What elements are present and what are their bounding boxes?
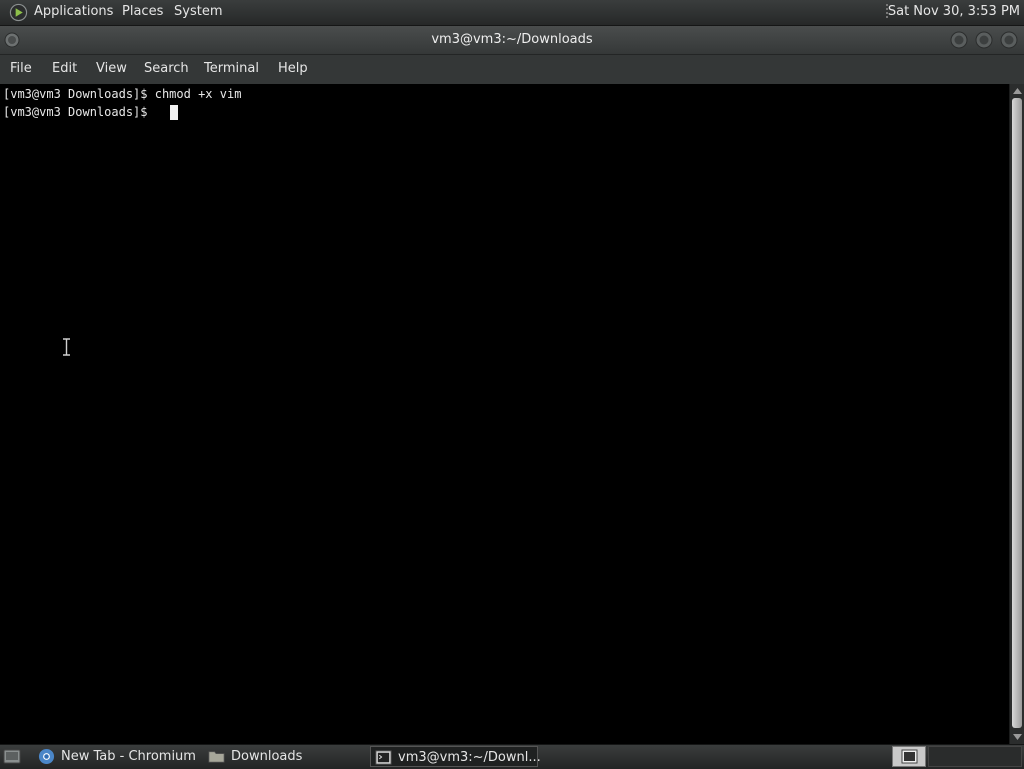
task-downloads[interactable]: Downloads [204,746,364,767]
menu-edit[interactable]: Edit [52,61,77,76]
minimize-icon[interactable] [950,31,968,49]
terminal-icon [375,750,392,765]
menu-search[interactable]: Search [144,61,189,76]
text-cursor [170,105,178,120]
menu-help[interactable]: Help [278,61,308,76]
menu-terminal[interactable]: Terminal [204,61,259,76]
clock[interactable]: Sat Nov 30, 3:53 PM [888,4,1020,19]
window-titlebar[interactable]: vm3@vm3:~/Downloads [0,26,1024,55]
maximize-icon[interactable] [975,31,993,49]
folder-icon [208,751,225,763]
task-terminal[interactable]: vm3@vm3:~/Downl... [370,746,541,767]
applications-logo-icon[interactable] [9,3,28,22]
workspace-1[interactable] [892,746,926,767]
scroll-down-icon[interactable] [1012,732,1023,742]
scrollbar-thumb[interactable] [1012,98,1022,728]
window-title: vm3@vm3:~/Downloads [431,32,593,47]
task-chromium[interactable]: New Tab - Chromium [34,746,200,767]
task-label: vm3@vm3:~/Downl... [398,750,541,765]
task-label: New Tab - Chromium [61,749,196,764]
scroll-up-icon[interactable] [1012,86,1023,96]
top-panel: Applications Places System Sat Nov 30, 3… [0,0,1024,26]
terminal-menubar: File Edit View Search Terminal Help [0,55,1024,84]
workspace-2[interactable] [928,746,1022,767]
close-icon[interactable] [1000,31,1018,49]
bottom-panel: New Tab - Chromium Downloads vm3@vm3:~/D… [0,744,1024,769]
chromium-icon [38,748,55,765]
show-desktop-icon[interactable] [3,748,21,765]
system-menu[interactable]: System [174,4,222,19]
workspace-window-icon [901,749,918,764]
task-label: Downloads [231,749,303,764]
applications-menu[interactable]: Applications [34,4,113,19]
menu-file[interactable]: File [10,61,32,76]
places-menu[interactable]: Places [122,4,163,19]
terminal-prompt-line: [vm3@vm3 Downloads]$ [3,105,155,119]
menu-view[interactable]: View [96,61,127,76]
terminal-scrollbar[interactable] [1009,84,1024,744]
terminal-line: [vm3@vm3 Downloads]$ chmod +x vim [3,87,242,101]
terminal-area[interactable]: [vm3@vm3 Downloads]$ chmod +x vim [vm3@v… [0,84,1009,744]
ibeam-pointer-icon [63,338,70,356]
